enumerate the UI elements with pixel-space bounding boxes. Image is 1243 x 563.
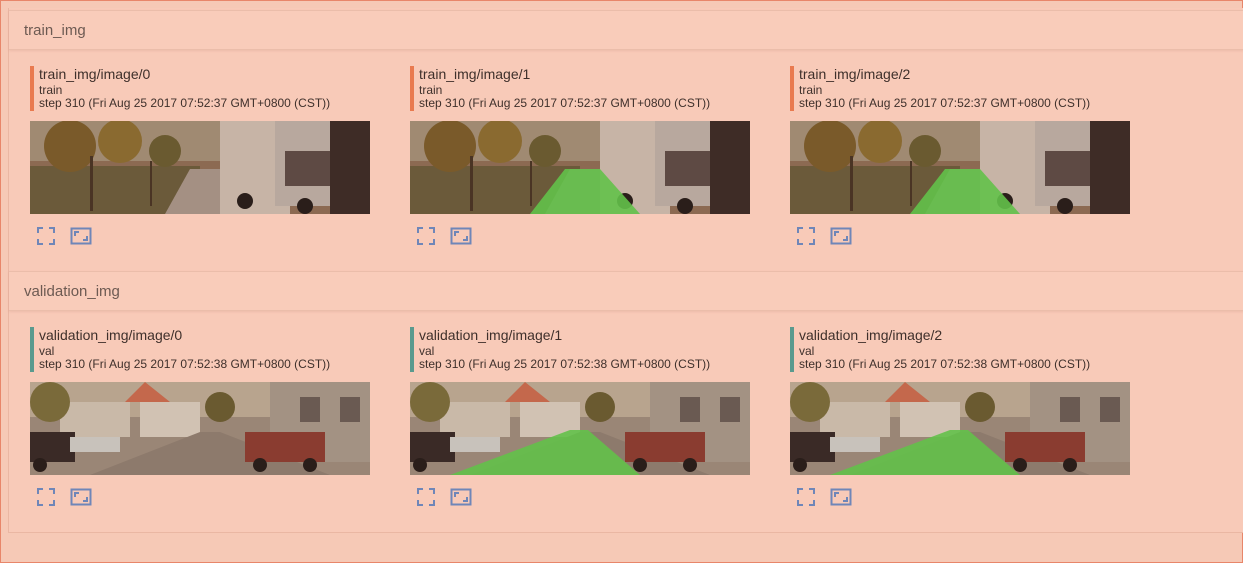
fullscreen-icon[interactable] [794,485,818,509]
actual-size-icon[interactable] [829,485,853,509]
image-thumbnail[interactable] [30,121,370,214]
image-thumbnail[interactable] [790,121,1130,214]
run-color-bar [30,327,34,372]
image-thumbnail[interactable] [410,382,750,475]
step-info: step 310 (Fri Aug 25 2017 07:52:38 GMT+0… [419,357,711,371]
actual-size-icon[interactable] [69,485,93,509]
section-title: train_img [24,22,86,39]
image-thumbnail[interactable] [30,382,370,475]
actual-size-icon[interactable] [829,224,853,248]
image-thumbnail[interactable] [790,382,1130,475]
run-name: train [799,83,823,97]
run-name: val [799,344,815,358]
image-card: validation_img/image/2 val step 310 (Fri… [790,327,1135,506]
card-title: train_img/image/1 [419,66,531,82]
image-card: validation_img/image/1 val step 310 (Fri… [410,327,755,506]
step-info: step 310 (Fri Aug 25 2017 07:52:37 GMT+0… [39,96,331,110]
image-card: train_img/image/2 train step 310 (Fri Au… [790,66,1135,245]
image-card: validation_img/image/0 val step 310 (Fri… [30,327,375,506]
image-thumbnail[interactable] [410,121,750,214]
section-header-validation-img[interactable]: validation_img [9,271,1243,311]
run-color-bar [30,66,34,111]
image-dashboard: train_img train_img/image/0 train step 3… [8,8,1243,533]
actual-size-icon[interactable] [69,224,93,248]
card-title: train_img/image/2 [799,66,911,82]
fullscreen-icon[interactable] [414,485,438,509]
card-title: train_img/image/0 [39,66,151,82]
section-title: validation_img [24,283,120,300]
fullscreen-icon[interactable] [794,224,818,248]
run-name: val [39,344,55,358]
card-title: validation_img/image/2 [799,327,943,343]
run-color-bar [790,327,794,372]
section-header-train-img[interactable]: train_img [9,10,1243,50]
step-info: step 310 (Fri Aug 25 2017 07:52:38 GMT+0… [799,357,1091,371]
actual-size-icon[interactable] [449,485,473,509]
run-name: train [39,83,63,97]
step-info: step 310 (Fri Aug 25 2017 07:52:38 GMT+0… [39,357,331,371]
card-title: validation_img/image/1 [419,327,563,343]
run-name: train [419,83,443,97]
fullscreen-icon[interactable] [34,224,58,248]
image-card: train_img/image/0 train step 310 (Fri Au… [30,66,375,245]
actual-size-icon[interactable] [449,224,473,248]
fullscreen-icon[interactable] [34,485,58,509]
step-info: step 310 (Fri Aug 25 2017 07:52:37 GMT+0… [419,96,711,110]
step-info: step 310 (Fri Aug 25 2017 07:52:37 GMT+0… [799,96,1091,110]
run-name: val [419,344,435,358]
run-color-bar [410,327,414,372]
run-color-bar [790,66,794,111]
image-card: train_img/image/1 train step 310 (Fri Au… [410,66,755,245]
fullscreen-icon[interactable] [414,224,438,248]
run-color-bar [410,66,414,111]
card-title: validation_img/image/0 [39,327,183,343]
